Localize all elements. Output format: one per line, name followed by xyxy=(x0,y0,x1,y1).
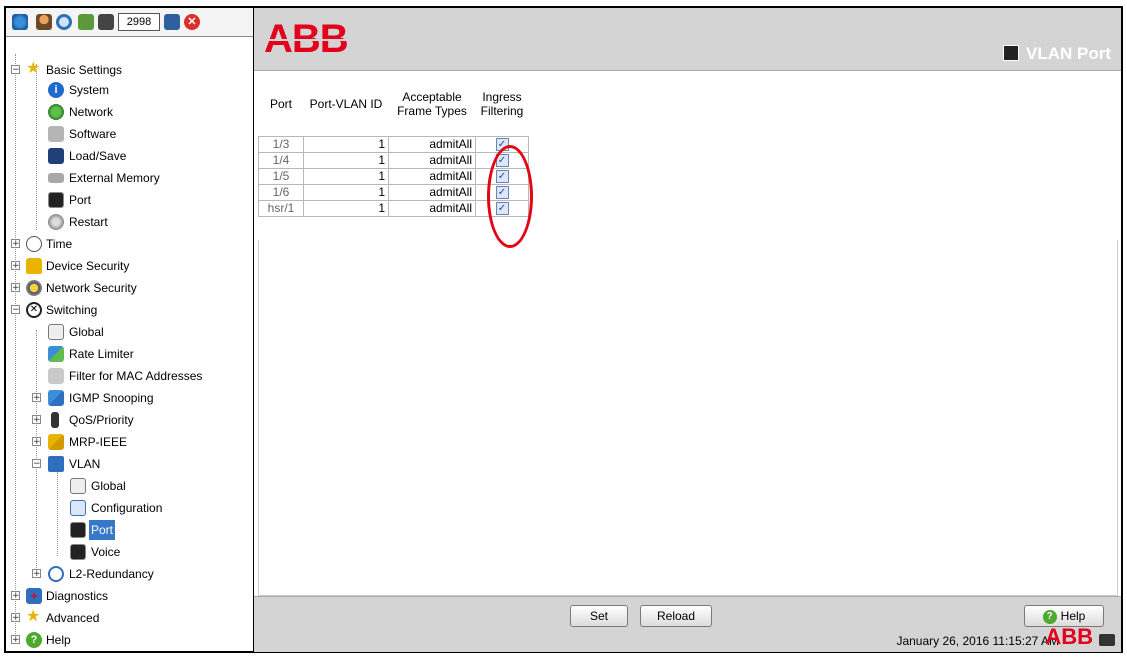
reload-button[interactable]: Reload xyxy=(640,605,712,627)
acceptable-frame-types-cell[interactable]: admitAll xyxy=(388,152,476,169)
floppy-icon xyxy=(48,148,64,164)
vlan-icon xyxy=(48,456,64,472)
port-vlan-id-cell[interactable]: 1 xyxy=(303,200,389,217)
star-icon: ★ xyxy=(26,60,41,77)
bottom-bar: Set Reload ? Help January 26, 2016 11:15:… xyxy=(254,596,1121,652)
logo-stripe xyxy=(264,39,356,41)
content-panel: ABB VLAN Port Port Port-VLAN ID Acceptab… xyxy=(254,8,1121,652)
column-header-acceptable-frame-types[interactable]: Acceptable Frame Types xyxy=(388,72,476,137)
port-cell: 1/3 xyxy=(258,136,304,153)
diagnostics-icon: + xyxy=(26,588,42,604)
restart-icon xyxy=(48,214,64,230)
memory-card-icon xyxy=(48,173,64,183)
port-icon xyxy=(48,192,64,208)
user-icon[interactable] xyxy=(36,14,52,30)
toolbar: 2998 ✕ xyxy=(6,8,253,37)
port-icon xyxy=(1003,45,1019,61)
table-viewport xyxy=(258,240,1118,596)
network-security-icon xyxy=(26,280,42,296)
port-cell: 1/4 xyxy=(258,152,304,169)
port-vlan-id-cell[interactable]: 1 xyxy=(303,168,389,185)
network-icon xyxy=(48,104,64,120)
global-icon xyxy=(70,478,86,494)
status-datetime: January 26, 2016 11:15:27 AM xyxy=(896,634,1059,648)
lock-icon xyxy=(26,258,42,274)
close-icon[interactable]: ✕ xyxy=(184,14,200,30)
acceptable-frame-types-cell[interactable]: admitAll xyxy=(388,136,476,153)
navigation-panel: 2998 ✕ − ★ Basic Settings i System Netwo… xyxy=(6,8,254,651)
help-icon: ? xyxy=(26,632,42,648)
acceptable-frame-types-cell[interactable]: admitAll xyxy=(388,200,476,217)
switching-icon: ✕ xyxy=(26,302,42,318)
port-icon xyxy=(70,544,86,560)
port-cell: hsr/1 xyxy=(258,200,304,217)
table-row[interactable]: 1/4 1 admitAll ✓ xyxy=(258,152,529,169)
info-icon: i xyxy=(48,82,64,98)
port-vlan-id-cell[interactable]: 1 xyxy=(303,152,389,169)
column-header-port[interactable]: Port xyxy=(258,72,304,137)
save-warning-icon[interactable] xyxy=(164,14,180,30)
annotation-circle xyxy=(487,145,533,248)
table-icon xyxy=(70,500,86,516)
acceptable-frame-types-cell[interactable]: admitAll xyxy=(388,168,476,185)
column-header-ingress-filtering[interactable]: Ingress Filtering xyxy=(475,72,529,137)
app-window: 2998 ✕ − ★ Basic Settings i System Netwo… xyxy=(4,6,1123,653)
device-icon[interactable] xyxy=(78,14,94,30)
page-header: ABB VLAN Port xyxy=(254,8,1121,71)
star-icon: ★ xyxy=(26,608,41,625)
global-icon xyxy=(48,324,64,340)
table-header-row: Port Port-VLAN ID Acceptable Frame Types … xyxy=(258,72,529,137)
abb-logo-small: ABB xyxy=(1045,624,1093,649)
page-title: VLAN Port xyxy=(1026,44,1111,63)
redundancy-icon xyxy=(48,566,64,582)
software-icon xyxy=(48,126,64,142)
acceptable-frame-types-cell[interactable]: admitAll xyxy=(388,184,476,201)
search-icon[interactable] xyxy=(56,14,72,30)
port-vlan-id-cell[interactable]: 1 xyxy=(303,136,389,153)
mrp-icon xyxy=(48,434,64,450)
connection-counter: 2998 xyxy=(118,13,160,31)
port-vlan-id-cell[interactable]: 1 xyxy=(303,184,389,201)
help-icon: ? xyxy=(1042,609,1057,624)
clock-icon xyxy=(26,236,42,252)
port-cell: 1/6 xyxy=(258,184,304,201)
column-header-port-vlan-id[interactable]: Port-VLAN ID xyxy=(303,72,389,137)
rate-limiter-icon xyxy=(48,346,64,362)
igmp-icon xyxy=(48,390,64,406)
port-cell: 1/5 xyxy=(258,168,304,185)
port-icon xyxy=(70,522,86,538)
connection-status-icon xyxy=(1099,634,1115,646)
traffic-light-icon xyxy=(51,412,59,428)
refresh-icon[interactable] xyxy=(12,14,28,30)
set-button[interactable]: Set xyxy=(570,605,628,627)
filter-icon xyxy=(48,368,64,384)
terminal-icon[interactable] xyxy=(98,14,114,30)
table-row[interactable]: 1/3 1 admitAll ✓ xyxy=(258,136,529,153)
